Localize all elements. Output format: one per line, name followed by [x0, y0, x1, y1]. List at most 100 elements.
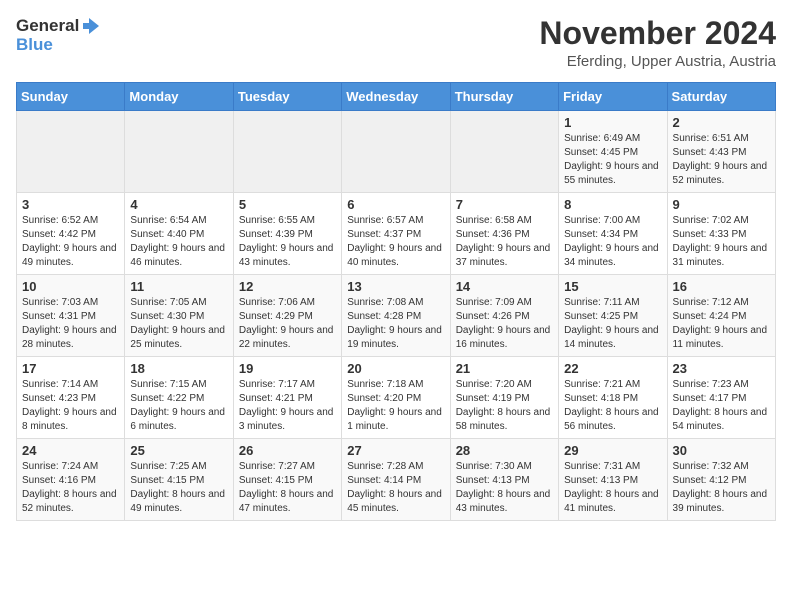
calendar-week-row: 24 Sunrise: 7:24 AM Sunset: 4:16 PM Dayli…	[17, 439, 776, 521]
calendar-cell: 20 Sunrise: 7:18 AM Sunset: 4:20 PM Dayli…	[342, 357, 450, 439]
day-number: 13	[347, 279, 444, 294]
calendar-cell: 26Sunrise: 7:27 AM Sunset: 4:15 PM Dayli…	[233, 439, 341, 521]
day-number: 8	[564, 197, 661, 212]
day-info: Sunrise: 6:57 AM Sunset: 4:37 PM Dayligh…	[347, 214, 444, 270]
day-info: Sunrise: 7:31 AM Sunset: 4:13 PM Dayligh…	[564, 460, 661, 516]
day-number: 7	[456, 197, 553, 212]
day-info: Sunrise: 6:49 AM Sunset: 4:45 PM Dayligh…	[564, 132, 661, 188]
day-number: 23	[673, 361, 770, 376]
weekday-header-row: SundayMondayTuesdayWednesdayThursdayFrid…	[17, 83, 776, 111]
calendar-cell: 13 Sunrise: 7:08 AM Sunset: 4:28 PM Dayli…	[342, 275, 450, 357]
calendar-week-row: 17 Sunrise: 7:14 AM Sunset: 4:23 PM Dayli…	[17, 357, 776, 439]
calendar-cell: 1Sunrise: 6:49 AM Sunset: 4:45 PM Daylig…	[559, 111, 667, 193]
day-number: 19	[239, 361, 336, 376]
calendar-cell: 10 Sunrise: 7:03 AM Sunset: 4:31 PM Dayli…	[17, 275, 125, 357]
day-info: Sunrise: 7:09 AM Sunset: 4:26 PM Dayligh…	[456, 296, 553, 352]
day-number: 10	[22, 279, 119, 294]
day-info: Sunrise: 7:23 AM Sunset: 4:17 PM Dayligh…	[673, 378, 770, 434]
weekday-header-sunday: Sunday	[17, 83, 125, 111]
day-info: Sunrise: 7:00 AM Sunset: 4:34 PM Dayligh…	[564, 214, 661, 270]
weekday-header-wednesday: Wednesday	[342, 83, 450, 111]
day-number: 17	[22, 361, 119, 376]
calendar-cell: 22 Sunrise: 7:21 AM Sunset: 4:18 PM Dayli…	[559, 357, 667, 439]
calendar-cell	[233, 111, 341, 193]
calendar-cell: 30 Sunrise: 7:32 AM Sunset: 4:12 PM Dayli…	[667, 439, 775, 521]
calendar-subtitle: Eferding, Upper Austria, Austria	[539, 53, 776, 70]
calendar-cell: 27Sunrise: 7:28 AM Sunset: 4:14 PM Dayli…	[342, 439, 450, 521]
calendar-cell: 28 Sunrise: 7:30 AM Sunset: 4:13 PM Dayli…	[450, 439, 558, 521]
weekday-header-thursday: Thursday	[450, 83, 558, 111]
day-number: 2	[673, 115, 770, 130]
day-number: 9	[673, 197, 770, 212]
day-info: Sunrise: 6:54 AM Sunset: 4:40 PM Dayligh…	[130, 214, 227, 270]
day-info: Sunrise: 6:52 AM Sunset: 4:42 PM Dayligh…	[22, 214, 119, 270]
day-info: Sunrise: 7:02 AM Sunset: 4:33 PM Dayligh…	[673, 214, 770, 270]
calendar-cell: 7 Sunrise: 6:58 AM Sunset: 4:36 PM Daylig…	[450, 193, 558, 275]
day-info: Sunrise: 7:28 AM Sunset: 4:14 PM Dayligh…	[347, 460, 444, 516]
calendar-cell	[17, 111, 125, 193]
day-number: 24	[22, 443, 119, 458]
day-info: Sunrise: 7:15 AM Sunset: 4:22 PM Dayligh…	[130, 378, 227, 434]
day-info: Sunrise: 7:05 AM Sunset: 4:30 PM Dayligh…	[130, 296, 227, 352]
day-number: 21	[456, 361, 553, 376]
calendar-cell	[342, 111, 450, 193]
day-info: Sunrise: 7:03 AM Sunset: 4:31 PM Dayligh…	[22, 296, 119, 352]
day-number: 12	[239, 279, 336, 294]
day-info: Sunrise: 7:25 AM Sunset: 4:15 PM Dayligh…	[130, 460, 227, 516]
day-number: 25	[130, 443, 227, 458]
day-info: Sunrise: 6:55 AM Sunset: 4:39 PM Dayligh…	[239, 214, 336, 270]
day-number: 28	[456, 443, 553, 458]
day-info: Sunrise: 7:24 AM Sunset: 4:16 PM Dayligh…	[22, 460, 119, 516]
weekday-header-tuesday: Tuesday	[233, 83, 341, 111]
day-info: Sunrise: 6:51 AM Sunset: 4:43 PM Dayligh…	[673, 132, 770, 188]
day-number: 3	[22, 197, 119, 212]
logo-arrow-icon	[81, 16, 101, 36]
day-info: Sunrise: 7:11 AM Sunset: 4:25 PM Dayligh…	[564, 296, 661, 352]
calendar-cell: 29 Sunrise: 7:31 AM Sunset: 4:13 PM Dayli…	[559, 439, 667, 521]
header: General Blue November 2024 Eferding, Upp…	[16, 16, 776, 70]
calendar-cell: 25 Sunrise: 7:25 AM Sunset: 4:15 PM Dayli…	[125, 439, 233, 521]
day-info: Sunrise: 7:32 AM Sunset: 4:12 PM Dayligh…	[673, 460, 770, 516]
weekday-header-friday: Friday	[559, 83, 667, 111]
weekday-header-saturday: Saturday	[667, 83, 775, 111]
weekday-header-monday: Monday	[125, 83, 233, 111]
calendar-cell: 24 Sunrise: 7:24 AM Sunset: 4:16 PM Dayli…	[17, 439, 125, 521]
day-info: Sunrise: 7:08 AM Sunset: 4:28 PM Dayligh…	[347, 296, 444, 352]
calendar-cell	[450, 111, 558, 193]
calendar-cell: 9 Sunrise: 7:02 AM Sunset: 4:33 PM Daylig…	[667, 193, 775, 275]
day-info: Sunrise: 7:20 AM Sunset: 4:19 PM Dayligh…	[456, 378, 553, 434]
calendar-cell: 21 Sunrise: 7:20 AM Sunset: 4:19 PM Dayli…	[450, 357, 558, 439]
calendar-cell: 4 Sunrise: 6:54 AM Sunset: 4:40 PM Daylig…	[125, 193, 233, 275]
logo: General Blue	[16, 16, 101, 55]
calendar-cell: 17 Sunrise: 7:14 AM Sunset: 4:23 PM Dayli…	[17, 357, 125, 439]
day-number: 11	[130, 279, 227, 294]
calendar-cell: 23 Sunrise: 7:23 AM Sunset: 4:17 PM Dayli…	[667, 357, 775, 439]
day-info: Sunrise: 7:18 AM Sunset: 4:20 PM Dayligh…	[347, 378, 444, 434]
calendar-cell: 18 Sunrise: 7:15 AM Sunset: 4:22 PM Dayli…	[125, 357, 233, 439]
day-number: 15	[564, 279, 661, 294]
calendar-table: SundayMondayTuesdayWednesdayThursdayFrid…	[16, 82, 776, 521]
calendar-title: November 2024	[539, 16, 776, 51]
day-info: Sunrise: 7:17 AM Sunset: 4:21 PM Dayligh…	[239, 378, 336, 434]
day-number: 6	[347, 197, 444, 212]
calendar-cell: 3 Sunrise: 6:52 AM Sunset: 4:42 PM Daylig…	[17, 193, 125, 275]
calendar-week-row: 1Sunrise: 6:49 AM Sunset: 4:45 PM Daylig…	[17, 111, 776, 193]
day-info: Sunrise: 7:21 AM Sunset: 4:18 PM Dayligh…	[564, 378, 661, 434]
day-number: 16	[673, 279, 770, 294]
day-info: Sunrise: 7:30 AM Sunset: 4:13 PM Dayligh…	[456, 460, 553, 516]
calendar-cell: 14Sunrise: 7:09 AM Sunset: 4:26 PM Dayli…	[450, 275, 558, 357]
calendar-cell: 6 Sunrise: 6:57 AM Sunset: 4:37 PM Daylig…	[342, 193, 450, 275]
day-number: 22	[564, 361, 661, 376]
calendar-cell	[125, 111, 233, 193]
day-number: 18	[130, 361, 227, 376]
day-number: 20	[347, 361, 444, 376]
day-info: Sunrise: 7:14 AM Sunset: 4:23 PM Dayligh…	[22, 378, 119, 434]
calendar-cell: 2 Sunrise: 6:51 AM Sunset: 4:43 PM Daylig…	[667, 111, 775, 193]
title-area: November 2024 Eferding, Upper Austria, A…	[539, 16, 776, 70]
calendar-cell: 15 Sunrise: 7:11 AM Sunset: 4:25 PM Dayli…	[559, 275, 667, 357]
day-info: Sunrise: 6:58 AM Sunset: 4:36 PM Dayligh…	[456, 214, 553, 270]
day-number: 4	[130, 197, 227, 212]
day-number: 30	[673, 443, 770, 458]
calendar-cell: 5Sunrise: 6:55 AM Sunset: 4:39 PM Daylig…	[233, 193, 341, 275]
day-number: 29	[564, 443, 661, 458]
